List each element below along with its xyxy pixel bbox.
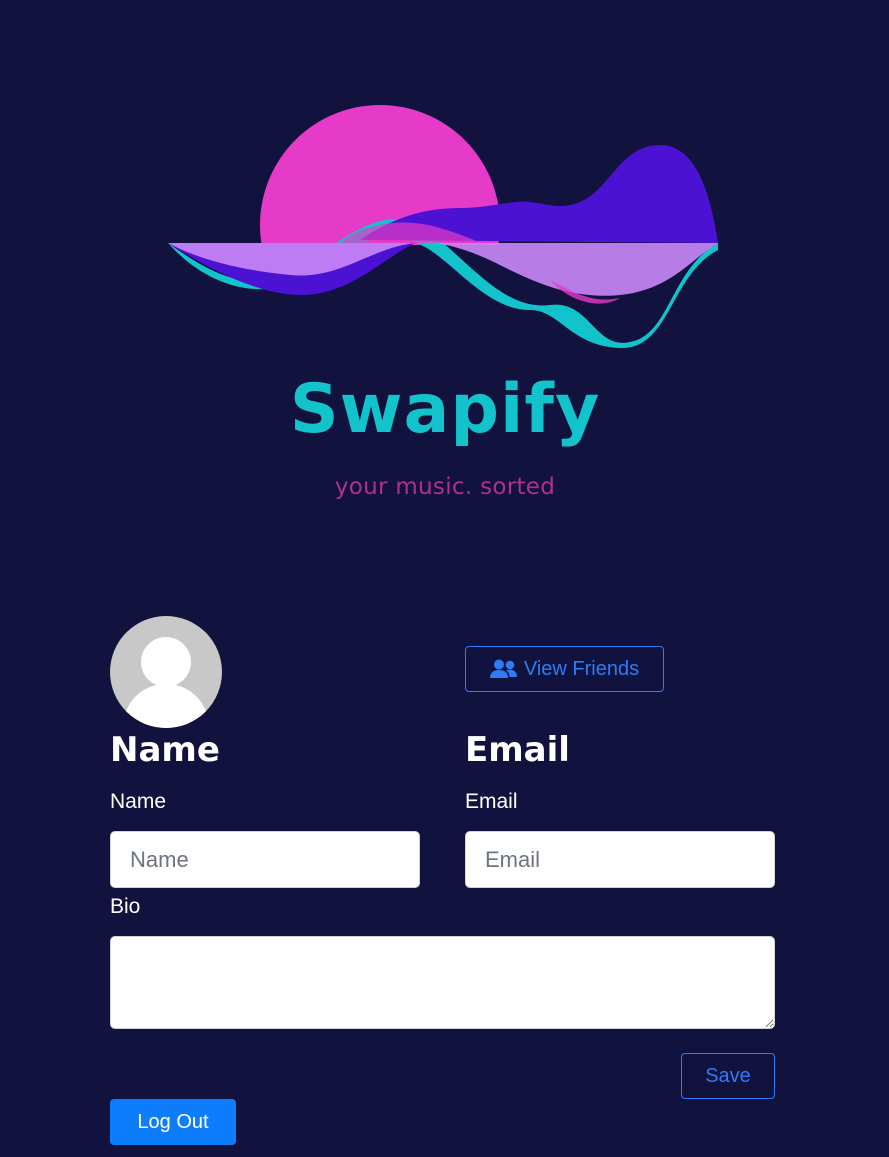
email-heading: Email — [465, 730, 570, 770]
app-logo: Swapify your music. sorted — [150, 90, 740, 520]
view-friends-button[interactable]: View Friends — [465, 646, 664, 692]
email-input[interactable] — [465, 831, 775, 888]
name-heading: Name — [110, 730, 220, 770]
email-field-label: Email — [465, 790, 518, 813]
log-out-button[interactable]: Log Out — [110, 1099, 236, 1145]
bio-field-label: Bio — [110, 895, 141, 918]
brand-tagline: your music. sorted — [334, 474, 556, 500]
avatar[interactable] — [110, 616, 222, 728]
save-button[interactable]: Save — [681, 1053, 775, 1099]
sound-wave-sun-logo-icon — [168, 105, 718, 360]
bio-textarea[interactable] — [110, 936, 775, 1029]
name-field-label: Name — [110, 790, 167, 813]
brand-name: Swapify — [289, 370, 601, 449]
view-friends-label: View Friends — [523, 657, 640, 680]
users-icon — [489, 659, 517, 678]
name-input[interactable] — [110, 831, 420, 888]
user-silhouette-icon — [124, 637, 208, 728]
